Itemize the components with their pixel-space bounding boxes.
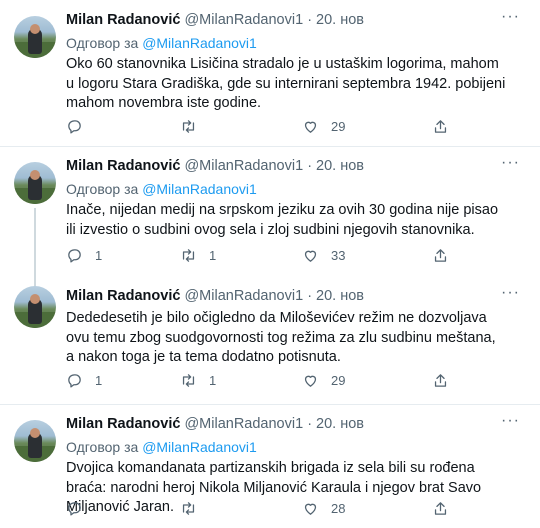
- author-name[interactable]: Milan Radanović: [66, 416, 180, 432]
- like-count: 29: [331, 119, 346, 134]
- share-icon: [434, 502, 447, 515]
- like-button[interactable]: 29: [302, 372, 345, 389]
- retweet-button[interactable]: 1: [180, 372, 216, 389]
- tweet-header: Milan Radanović @MilanRadanovi1 · 20. но…: [66, 416, 364, 432]
- reply-button[interactable]: [66, 500, 95, 517]
- reply-context: Одговор за @MilanRadanovi1: [66, 439, 257, 455]
- more-icon[interactable]: ···: [501, 284, 520, 302]
- share-button[interactable]: [432, 247, 449, 264]
- tweet[interactable]: Milan Radanović @MilanRadanovi1 · 20. но…: [0, 280, 540, 404]
- like-count: 33: [331, 248, 346, 263]
- retweet-icon: [182, 502, 195, 515]
- reply-icon: [68, 120, 81, 134]
- tweet-feed: Milan Radanović @MilanRadanovi1 · 20. но…: [0, 0, 540, 528]
- more-icon[interactable]: ···: [501, 154, 520, 172]
- like-count: 29: [331, 373, 346, 388]
- reply-count: 1: [95, 373, 103, 388]
- retweet-icon: [182, 120, 195, 133]
- retweet-count: 1: [209, 248, 217, 263]
- retweet-button[interactable]: 1: [180, 247, 216, 264]
- like-button[interactable]: 28: [302, 500, 345, 517]
- like-button[interactable]: 33: [302, 247, 345, 264]
- author-name[interactable]: Milan Radanović: [66, 288, 180, 304]
- author-handle[interactable]: @MilanRadanovi1: [184, 416, 303, 432]
- tweet-text: Oko 60 stanovnika Lisičina stradalo je u…: [66, 56, 506, 111]
- retweet-icon: [182, 374, 195, 387]
- author-name[interactable]: Milan Radanović: [66, 158, 180, 174]
- like-button[interactable]: 29: [302, 118, 345, 135]
- heart-icon: [304, 375, 317, 387]
- avatar[interactable]: [14, 420, 56, 462]
- avatar[interactable]: [14, 16, 56, 58]
- reply-prefix: Одговор за: [66, 35, 139, 51]
- tweet-date[interactable]: · 20. нов: [307, 416, 364, 432]
- tweet-actions: 28: [66, 500, 466, 520]
- heart-icon: [304, 503, 317, 515]
- reply-context: Одговор за @MilanRadanovi1: [66, 35, 257, 51]
- tweet-date[interactable]: · 20. нов: [307, 288, 364, 304]
- heart-icon: [304, 250, 317, 262]
- share-icon: [434, 249, 447, 262]
- reply-button[interactable]: 1: [66, 372, 102, 389]
- reply-count: 1: [95, 248, 103, 263]
- retweet-button[interactable]: [180, 500, 209, 517]
- share-icon: [434, 120, 447, 133]
- reply-mention-link[interactable]: @MilanRadanovi1: [142, 35, 257, 51]
- tweet[interactable]: Milan Radanović @MilanRadanovi1 · 20. но…: [0, 0, 540, 146]
- tweet-date[interactable]: · 20. нов: [307, 12, 364, 28]
- reply-prefix: Одговор за: [66, 439, 139, 455]
- reply-icon: [68, 249, 81, 263]
- tweet-actions: 1 1 33: [66, 247, 466, 267]
- thread-connector: [34, 208, 36, 280]
- author-handle[interactable]: @MilanRadanovi1: [184, 12, 303, 28]
- retweet-count: 1: [209, 373, 217, 388]
- share-icon: [434, 374, 447, 387]
- tweet-header: Milan Radanović @MilanRadanovi1 · 20. но…: [66, 158, 364, 174]
- tweet-text: Dededesetih je bilo očigledno da Milošev…: [66, 310, 496, 365]
- tweet-date[interactable]: · 20. нов: [307, 158, 364, 174]
- more-icon[interactable]: ···: [501, 8, 520, 26]
- tweet-header: Milan Radanović @MilanRadanovi1 · 20. но…: [66, 288, 364, 304]
- tweet-actions: 29: [66, 118, 466, 138]
- tweet[interactable]: Milan Radanović @MilanRadanovi1 · 20. но…: [0, 404, 540, 528]
- share-button[interactable]: [432, 372, 449, 389]
- retweet-icon: [182, 249, 195, 262]
- more-icon[interactable]: ···: [501, 412, 520, 430]
- tweet[interactable]: Milan Radanović @MilanRadanovi1 · 20. но…: [0, 146, 540, 280]
- avatar[interactable]: [14, 286, 56, 328]
- reply-icon: [68, 374, 81, 388]
- author-handle[interactable]: @MilanRadanovi1: [184, 288, 303, 304]
- reply-mention-link[interactable]: @MilanRadanovi1: [142, 181, 257, 197]
- retweet-button[interactable]: [180, 118, 209, 135]
- reply-prefix: Одговор за: [66, 181, 139, 197]
- author-name[interactable]: Milan Radanović: [66, 12, 180, 28]
- reply-context: Одговор за @MilanRadanovi1: [66, 181, 257, 197]
- like-count: 28: [331, 501, 346, 516]
- share-button[interactable]: [432, 118, 449, 135]
- reply-button[interactable]: 1: [66, 247, 102, 264]
- author-handle[interactable]: @MilanRadanovi1: [184, 158, 303, 174]
- reply-icon: [68, 502, 81, 516]
- tweet-text: Inače, nijedan medij na srpskom jeziku z…: [66, 202, 499, 238]
- reply-button[interactable]: [66, 118, 95, 135]
- tweet-header: Milan Radanović @MilanRadanovi1 · 20. но…: [66, 12, 364, 28]
- heart-icon: [304, 121, 317, 133]
- tweet-actions: 1 1 29: [66, 372, 466, 392]
- share-button[interactable]: [432, 500, 449, 517]
- avatar[interactable]: [14, 162, 56, 204]
- reply-mention-link[interactable]: @MilanRadanovi1: [142, 439, 257, 455]
